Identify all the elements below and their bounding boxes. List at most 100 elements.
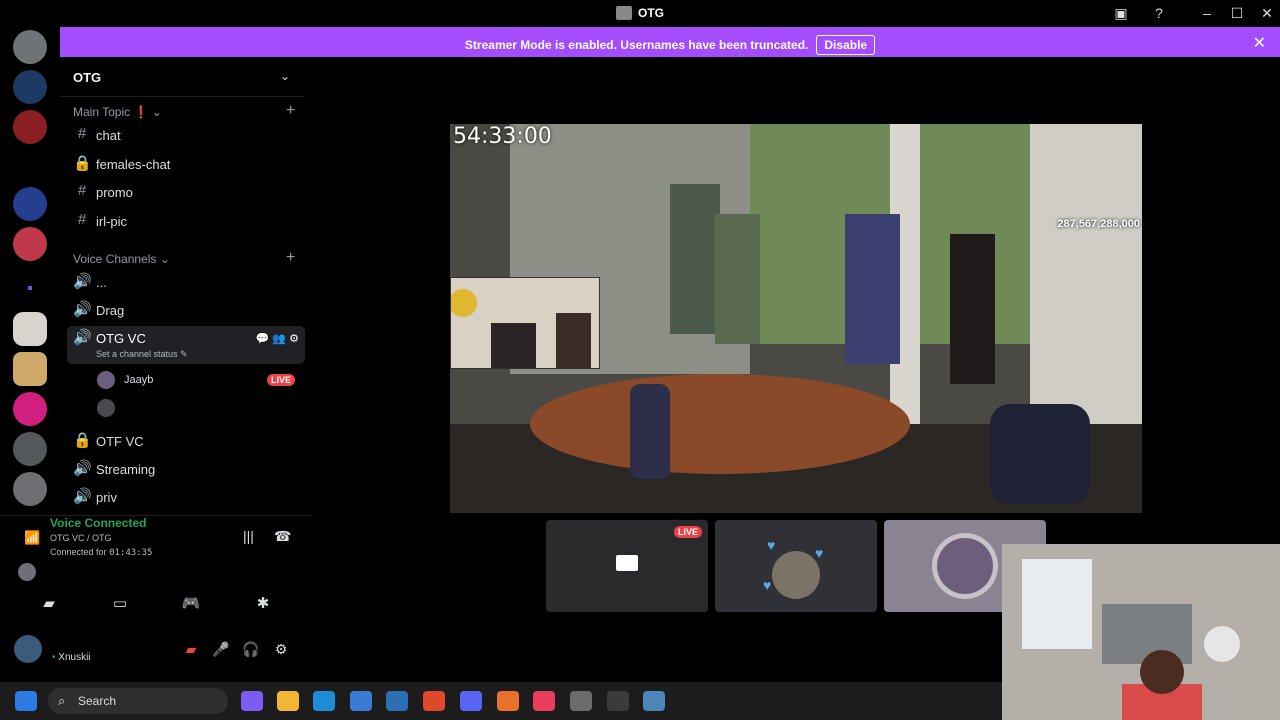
channel-chat[interactable]: # chat: [73, 123, 303, 147]
channel-label: OTF VC: [96, 434, 144, 449]
add-channel-icon[interactable]: +: [286, 102, 295, 120]
taskbar-search[interactable]: ⌕ Search: [48, 688, 228, 714]
close-window-button[interactable]: ✕: [1258, 4, 1276, 22]
channel-label: promo: [96, 185, 133, 200]
channel-irl-pic[interactable]: # irl-pic: [73, 209, 303, 233]
connected-time: 01:43:35: [109, 548, 153, 558]
lock-icon: 🔒: [73, 432, 92, 449]
server-logo-icon: [616, 6, 632, 20]
discord-icon[interactable]: [460, 691, 482, 711]
server-icon[interactable]: [13, 30, 47, 64]
folder-icon[interactable]: ▪: [13, 272, 47, 306]
microphone-icon[interactable]: 🎤: [212, 641, 230, 659]
camera-off-icon[interactable]: ▰: [182, 641, 200, 659]
music-icon[interactable]: [533, 691, 555, 711]
screen-share-icon[interactable]: ▭: [110, 594, 130, 614]
add-channel-icon[interactable]: +: [286, 249, 295, 267]
server-icon[interactable]: [13, 187, 47, 221]
file-explorer-icon[interactable]: [277, 691, 299, 711]
invite-icon[interactable]: 👥: [272, 333, 286, 345]
app-root: OTG ▣ ? – ☐ ✕ ▪ Streamer Mode is enabled…: [0, 0, 1280, 720]
taskbar: ⌕ Search: [0, 682, 1002, 720]
copilot-icon[interactable]: [241, 691, 263, 711]
voice-status[interactable]: Voice Connected: [50, 516, 146, 530]
server-icon[interactable]: [13, 312, 47, 346]
main-stream-video[interactable]: 54:33:00 287,567,288,000: [450, 124, 1142, 513]
live-badge: LIVE: [267, 374, 296, 386]
overlay-number: 287,567,288,000: [1057, 218, 1140, 230]
webcam-overlay: [1002, 544, 1280, 720]
channel-label: irl-pic: [96, 214, 128, 229]
brave-icon[interactable]: [423, 691, 445, 711]
inbox-icon[interactable]: ▣: [1112, 4, 1130, 22]
stream-tile[interactable]: LIVE: [546, 520, 708, 612]
close-icon[interactable]: ✕: [1253, 33, 1266, 53]
user-panel: • Xnuskii ▰ 🎤 🎧 ⚙: [0, 625, 312, 680]
hash-icon: #: [77, 182, 87, 199]
search-icon: ⌕: [58, 693, 66, 708]
title-bar: OTG ▣ ? – ☐ ✕: [0, 0, 1280, 27]
channel-label: females-chat: [96, 157, 171, 172]
guild-header[interactable]: OTG ⌄: [60, 57, 304, 97]
chat-bubble-icon[interactable]: 💬: [256, 333, 270, 345]
svg-text:♥: ♥: [767, 537, 775, 553]
soundboard-icon[interactable]: ✱: [253, 594, 273, 614]
server-icon[interactable]: [13, 70, 47, 104]
channel-label: priv: [96, 490, 117, 505]
app-icon[interactable]: [643, 691, 665, 711]
server-icon[interactable]: [13, 392, 47, 426]
window-title: OTG: [0, 6, 1280, 20]
hash-icon: #: [77, 125, 87, 142]
minimize-button[interactable]: –: [1198, 4, 1216, 22]
camera-off-icon[interactable]: ▰: [39, 594, 59, 614]
server-icon[interactable]: [13, 352, 47, 386]
channel-sidebar: OTG ⌄ Main Topic ❗ ⌄ + # chat 🔒 females-…: [60, 57, 312, 515]
windows-start-icon[interactable]: [15, 691, 37, 711]
headphones-icon[interactable]: 🎧: [242, 641, 260, 659]
category-voice-channels[interactable]: Voice Channels ⌄ +: [73, 249, 295, 266]
voice-channel-priv[interactable]: 🔊 priv: [73, 485, 303, 509]
avatar: [97, 371, 115, 389]
channel-promo[interactable]: # promo: [73, 180, 303, 204]
gear-icon[interactable]: ⚙: [272, 641, 290, 659]
voice-channel-drag[interactable]: 🔊 Drag: [73, 298, 303, 322]
voice-channel-otg-vc[interactable]: 🔊 OTG VC Set a channel status ✎ 💬 👥 ⚙: [67, 326, 305, 364]
server-icon[interactable]: [13, 432, 47, 466]
edge-icon[interactable]: [313, 691, 335, 711]
app-icon[interactable]: [497, 691, 519, 711]
help-icon[interactable]: ?: [1150, 4, 1168, 22]
voice-panel: 📶 Voice Connected OTG VC / OTG Connected…: [0, 515, 312, 625]
disconnect-icon[interactable]: ☎: [274, 528, 291, 545]
voice-channel-path[interactable]: OTG VC / OTG: [50, 533, 112, 543]
app-icon[interactable]: [386, 691, 408, 711]
gear-icon[interactable]: ⚙: [289, 333, 299, 345]
participant-tile[interactable]: ♥ ♥ ♥: [715, 520, 877, 612]
waveform-icon[interactable]: |||: [243, 528, 254, 544]
server-icon[interactable]: [13, 227, 47, 261]
connected-label: Connected for: [50, 547, 107, 557]
signal-icon[interactable]: 📶: [24, 530, 40, 546]
voice-channel-otf-vc[interactable]: 🔒 OTF VC: [73, 429, 303, 453]
store-icon[interactable]: [350, 691, 372, 711]
category-main-topic[interactable]: Main Topic ❗ ⌄ +: [73, 102, 295, 119]
channel-label: OTG VC: [96, 331, 146, 346]
capcut-icon[interactable]: [607, 691, 629, 711]
speaker-icon: 🔊: [73, 273, 92, 290]
speaker-icon: 🔊: [73, 488, 92, 505]
server-icon[interactable]: [13, 110, 47, 144]
disable-button[interactable]: Disable: [816, 35, 876, 55]
voice-channel-dots[interactable]: 🔊 ...: [73, 270, 303, 294]
channel-actions: 💬 👥 ⚙: [256, 332, 299, 345]
maximize-button[interactable]: ☐: [1228, 4, 1246, 22]
speaker-icon: 🔊: [73, 329, 92, 346]
channel-status-hint[interactable]: Set a channel status ✎: [96, 349, 188, 360]
channel-label: chat: [96, 128, 121, 143]
server-icon-active[interactable]: [13, 472, 47, 506]
avatar[interactable]: [14, 635, 42, 663]
activity-icon[interactable]: 🎮: [181, 594, 201, 614]
app-icon[interactable]: [570, 691, 592, 711]
channel-label: Streaming: [96, 462, 156, 477]
channel-females-chat[interactable]: 🔒 females-chat: [73, 152, 303, 176]
user-name-row[interactable]: • Xnuskii: [52, 652, 91, 663]
voice-channel-streaming[interactable]: 🔊 Streaming: [73, 457, 303, 481]
